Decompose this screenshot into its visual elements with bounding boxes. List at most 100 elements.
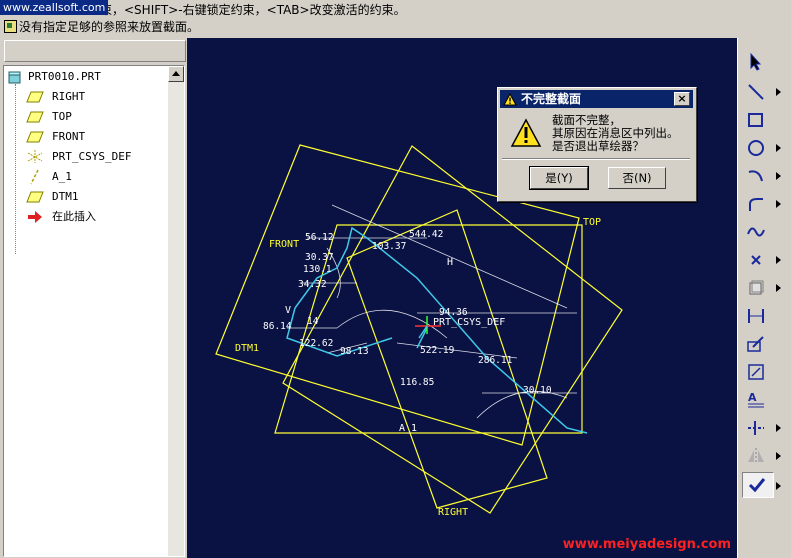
tree-item-csys[interactable]: PRT_CSYS_DEF [26, 148, 176, 166]
dimension-text: 116.85 [400, 377, 434, 388]
constraint-button[interactable] [742, 360, 772, 384]
dialog-separator [502, 158, 690, 160]
dimension-text: 544.42 [409, 229, 443, 240]
tree-item-label: RIGHT [52, 90, 86, 103]
dimension-text: 122.62 [299, 338, 333, 349]
dimension-text: 522.19 [420, 345, 455, 356]
incomplete-section-dialog: 不完整截面 × 截面不完整， 其原因在消息区中列出。 是否退出草绘器？ 是(Y)… [497, 87, 697, 202]
dialog-close-button[interactable]: × [674, 92, 690, 106]
dimension-text: 30.10 [523, 385, 552, 396]
use-edge-dropdown[interactable] [776, 284, 781, 292]
line-dropdown[interactable] [776, 88, 781, 96]
arc-button[interactable] [742, 164, 772, 188]
datum-plane-right [346, 209, 548, 509]
part-icon [8, 71, 21, 84]
dimension-text: 30.37 [305, 252, 334, 263]
text-icon: A [748, 391, 764, 408]
label-right: RIGHT [438, 507, 468, 518]
dialog-title: 不完整截面 [521, 92, 582, 106]
tree-item-right[interactable]: RIGHT [26, 88, 156, 106]
brand-watermark: www.meiyadesign.com [562, 537, 731, 552]
datum-plane-icon [26, 131, 44, 143]
sketch-toolbar: A [737, 38, 791, 558]
source-watermark: www.zeallsoft.com [0, 0, 109, 15]
label-front: FRONT [269, 239, 299, 250]
dimension-text: 34.32 [298, 279, 327, 290]
message-line-2-text: 没有指定足够的参照来放置截面。 [19, 20, 200, 34]
trim-dropdown[interactable] [776, 424, 781, 432]
trim-button[interactable] [742, 416, 772, 440]
fillet-dropdown[interactable] [776, 200, 781, 208]
tree-root-label: PRT0010.PRT [28, 70, 101, 83]
dialog-titlebar[interactable]: 不完整截面 × [500, 90, 693, 108]
use-edge-button[interactable] [742, 276, 772, 300]
label-a1: A_1 [399, 423, 417, 434]
tree-item-label: A_1 [52, 170, 72, 183]
dimension-values: 544.42 103.37 56.12 30.37 130.1 34.32 94… [263, 229, 552, 396]
dialog-message-line: 是否退出草绘器？ [552, 139, 644, 153]
mirror-dropdown[interactable] [776, 452, 781, 460]
rectangle-button[interactable] [742, 108, 772, 132]
done-dropdown[interactable] [776, 482, 781, 490]
dimension-icon [748, 309, 764, 323]
fillet-button[interactable] [742, 192, 772, 216]
mirror-button[interactable] [742, 444, 772, 468]
plane-labels: TOP FRONT DTM1 RIGHT A_1 PRT_CSYS_DEF H … [235, 217, 601, 518]
label-h: H [447, 257, 453, 268]
dimension-text: 14 [307, 316, 319, 327]
scroll-up-button[interactable] [168, 66, 184, 82]
model-tree-panel: PRT0010.PRT RIGHT TOP FRONT PRT_CSYS_DEF… [0, 38, 186, 558]
datum-axis-icon [30, 169, 39, 185]
model-tree[interactable]: PRT0010.PRT RIGHT TOP FRONT PRT_CSYS_DEF… [3, 65, 185, 557]
point-dropdown[interactable] [776, 256, 781, 264]
tree-item-label: TOP [52, 110, 72, 123]
arc-dropdown[interactable] [776, 172, 781, 180]
spline-button[interactable] [742, 220, 772, 244]
message-info-icon [4, 20, 17, 33]
tree-item-dtm1[interactable]: DTM1 [26, 188, 156, 206]
tree-item-top[interactable]: TOP [26, 108, 156, 126]
tree-item-label: 在此插入 [52, 210, 96, 223]
dimension-button[interactable] [742, 304, 772, 328]
warning-icon [503, 93, 517, 106]
fillet-icon [749, 198, 763, 211]
tree-item-insert-here[interactable]: 在此插入 [26, 208, 156, 226]
label-top: TOP [583, 217, 601, 228]
dimension-text: 94.36 [439, 307, 468, 318]
large-warning-icon [510, 118, 542, 147]
label-csys: PRT_CSYS_DEF [433, 317, 505, 328]
tree-item-front[interactable]: FRONT [26, 128, 156, 146]
label-v: V [285, 305, 291, 316]
arc-icon [748, 170, 763, 182]
dimension-text: 98.13 [340, 346, 369, 357]
spline-icon [747, 227, 765, 237]
dimension-text: 86.14 [263, 321, 292, 332]
tree-item-label: PRT_CSYS_DEF [52, 150, 132, 163]
no-button[interactable]: 否(N) [608, 167, 666, 189]
modify-icon [747, 336, 764, 352]
tree-root[interactable]: PRT0010.PRT [8, 68, 168, 86]
tree-connector [15, 84, 16, 254]
datum-plane-icon [26, 91, 44, 103]
dimension-text: 103.37 [372, 241, 406, 252]
trim-icon [748, 421, 764, 435]
dimension-text: 286.11 [478, 355, 513, 366]
line-button[interactable] [742, 80, 772, 104]
constraint-icon [748, 364, 764, 380]
datum-plane-icon [26, 111, 44, 123]
text-button[interactable]: A [742, 388, 772, 412]
circle-button[interactable] [742, 136, 772, 160]
point-button[interactable] [742, 248, 772, 272]
mirror-icon [748, 448, 764, 464]
select-button[interactable] [742, 50, 772, 74]
modify-button[interactable] [742, 332, 772, 356]
done-button[interactable] [742, 472, 774, 498]
csys-icon [27, 150, 43, 163]
tree-item-a1[interactable]: A_1 [26, 168, 156, 186]
tree-scrollbar[interactable] [168, 66, 184, 556]
circle-dropdown[interactable] [776, 144, 781, 152]
yes-button[interactable]: 是(Y) [529, 166, 589, 190]
label-dtm1: DTM1 [235, 343, 259, 354]
done-check-icon [748, 478, 766, 493]
dimension-text: 56.12 [305, 232, 334, 243]
